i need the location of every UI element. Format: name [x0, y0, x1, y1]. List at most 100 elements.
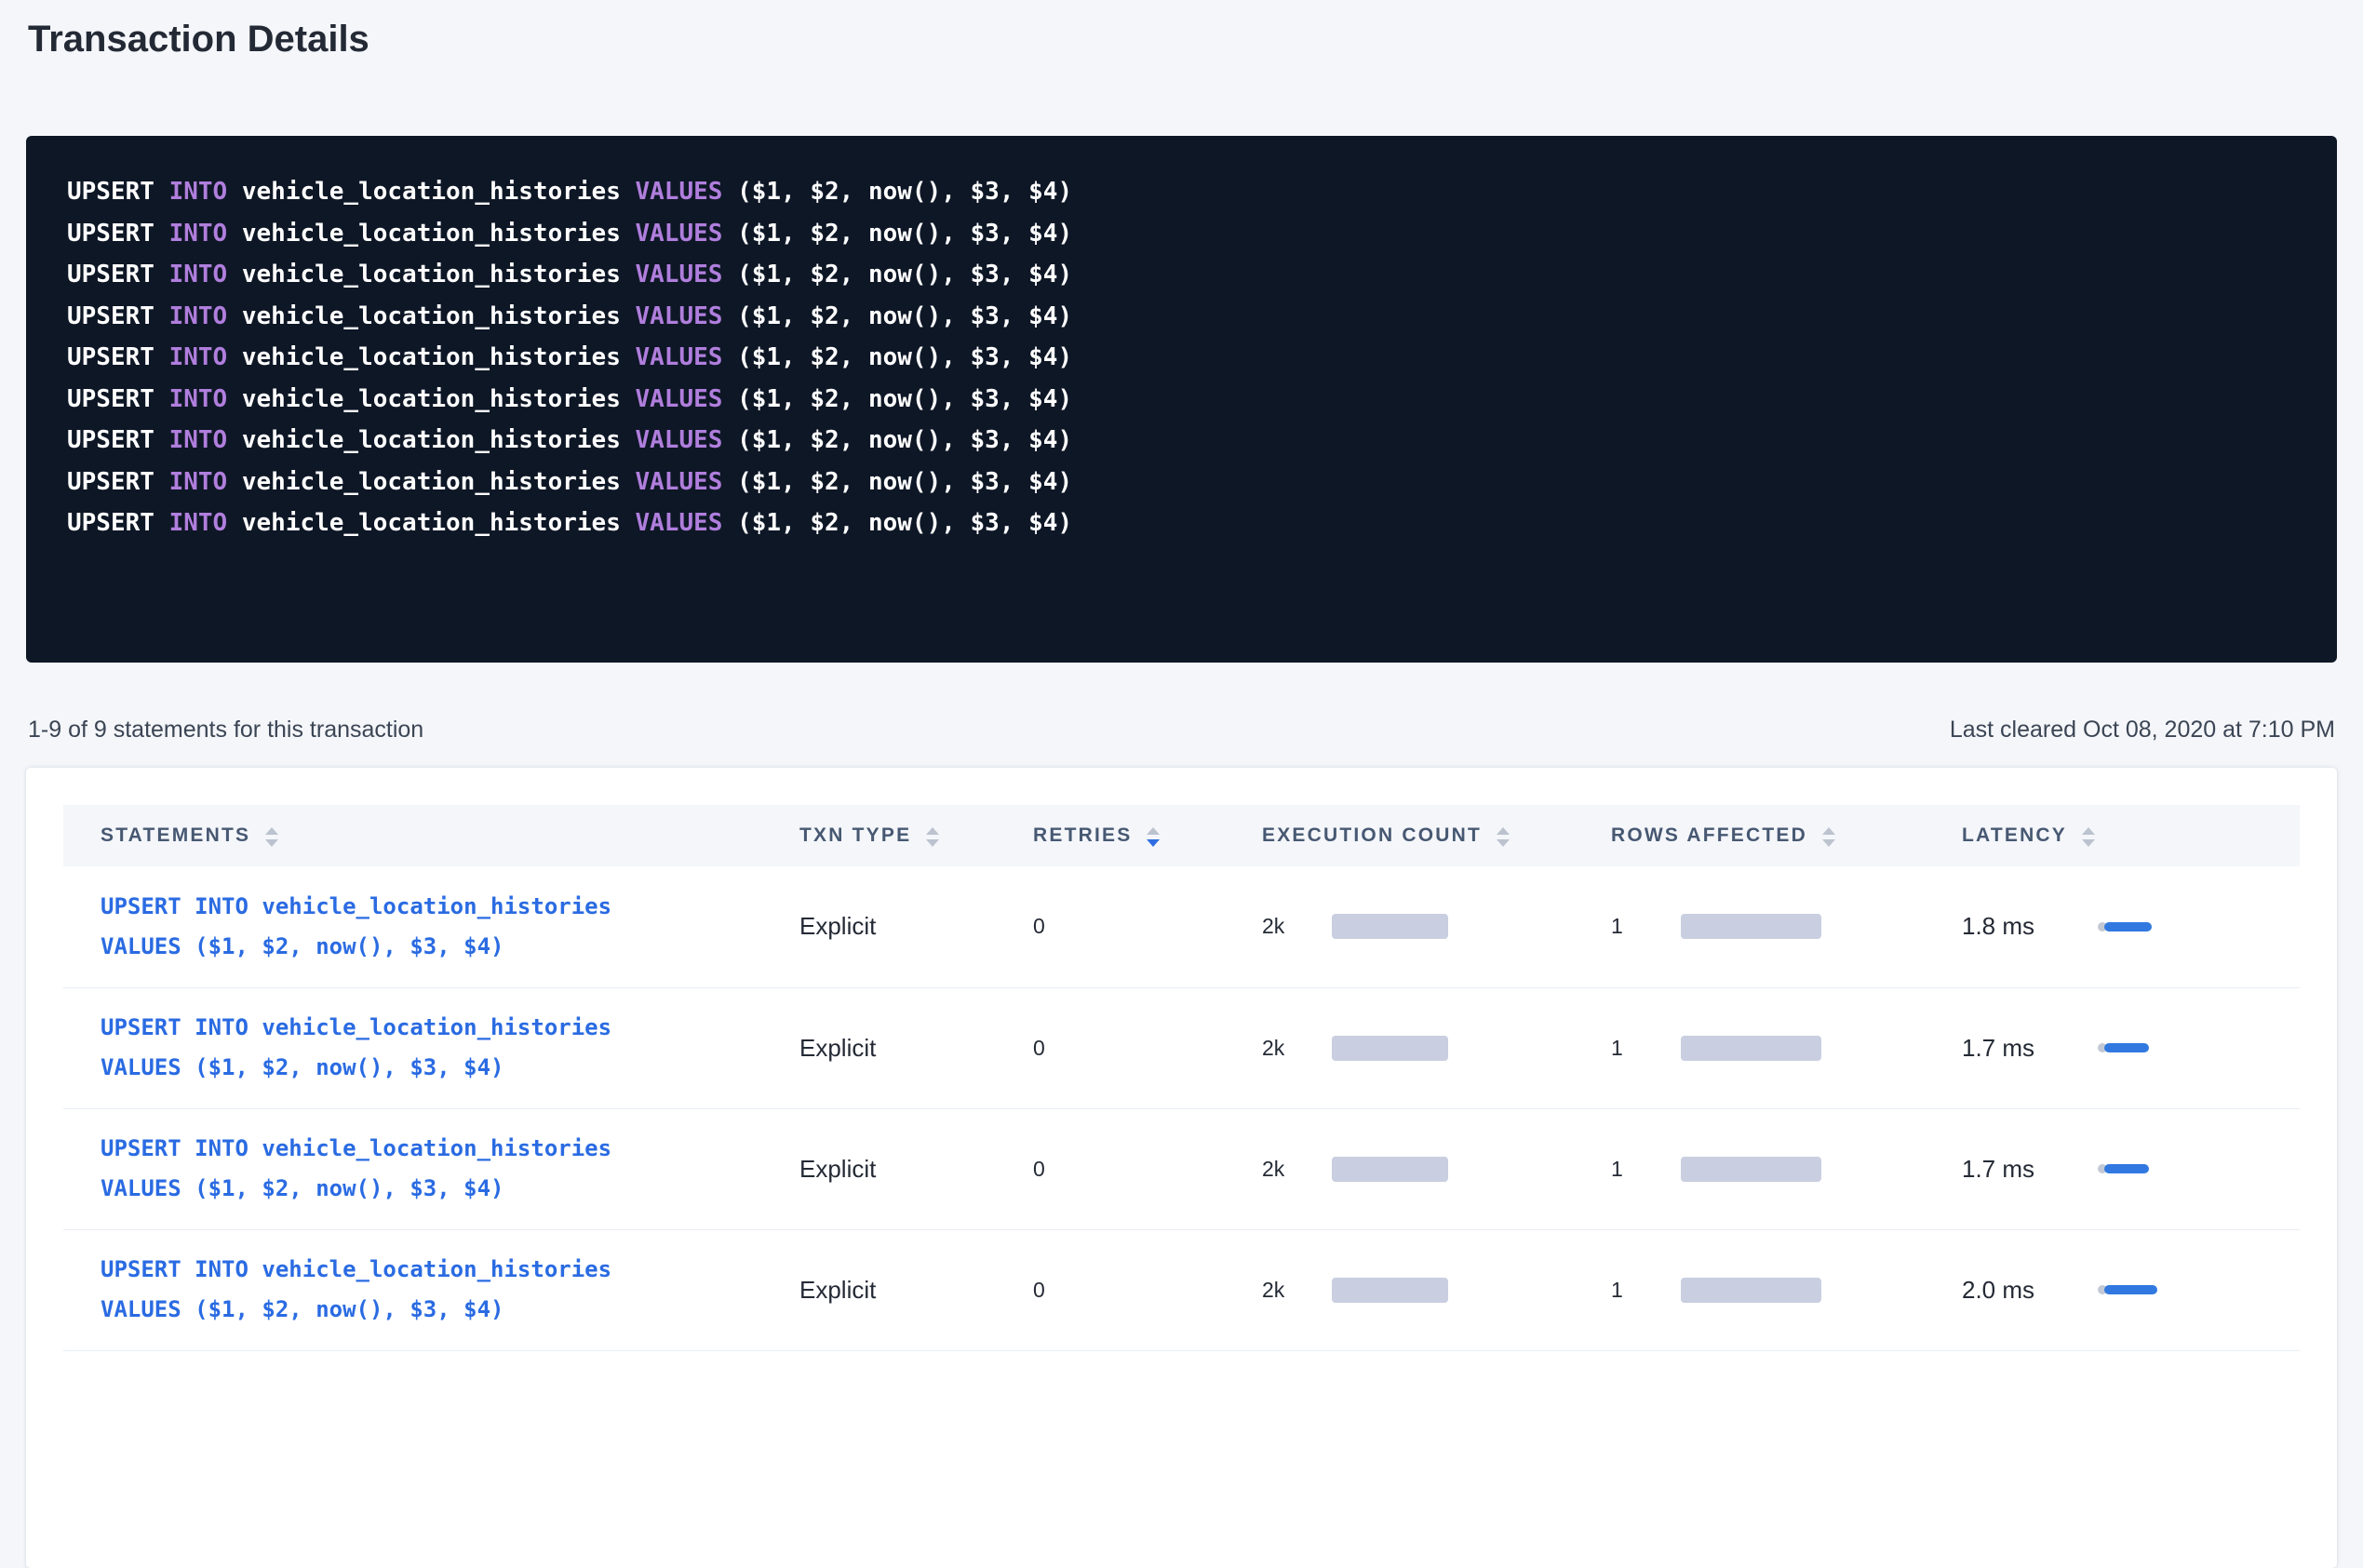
statement-cell: UPSERT INTO vehicle_location_historiesVA…	[63, 987, 799, 1108]
rows-affected-cell: 1	[1611, 1229, 1962, 1350]
column-label: LATENCY	[1962, 824, 2067, 847]
retries-cell: 0	[1033, 1229, 1262, 1350]
sql-statements-box: UPSERT INTO vehicle_location_histories V…	[26, 136, 2337, 663]
statement-link[interactable]: UPSERT INTO vehicle_location_historiesVA…	[101, 1250, 611, 1330]
execution-count-value: 2k	[1262, 914, 1332, 939]
statement-row: UPSERT INTO vehicle_location_historiesVA…	[63, 866, 2300, 987]
statement-link[interactable]: UPSERT INTO vehicle_location_historiesVA…	[101, 1129, 611, 1209]
execution-count-bar	[1332, 1278, 1448, 1303]
statement-link[interactable]: UPSERT INTO vehicle_location_historiesVA…	[101, 1008, 611, 1088]
statement-row: UPSERT INTO vehicle_location_historiesVA…	[63, 1108, 2300, 1229]
rows-affected-bar	[1681, 1036, 1821, 1061]
sort-icon[interactable]	[265, 825, 278, 847]
execution-count-bar	[1332, 1157, 1448, 1182]
retries-cell: 0	[1033, 1108, 1262, 1229]
txn-type-cell: Explicit	[799, 866, 1033, 987]
rows-affected-bar	[1681, 1157, 1821, 1182]
txn-type-cell: Explicit	[799, 987, 1033, 1108]
statement-row: UPSERT INTO vehicle_location_historiesVA…	[63, 987, 2300, 1108]
statements-table-card: STATEMENTSTXN TYPE RETRIES EXECUTION COUNT…	[26, 768, 2337, 1568]
sql-statement-line: UPSERT INTO vehicle_location_histories V…	[67, 254, 2296, 296]
execution-count-cell: 2k	[1262, 987, 1611, 1108]
rows-affected-cell: 1	[1611, 987, 1962, 1108]
sort-desc-arrow-icon	[1497, 839, 1510, 847]
sql-statement-line: UPSERT INTO vehicle_location_histories V…	[67, 337, 2296, 379]
rows-affected-bar	[1681, 914, 1821, 939]
execution-count-value: 2k	[1262, 1036, 1332, 1061]
table-meta-row: 1-9 of 9 statements for this transaction…	[26, 717, 2337, 744]
txn-type-cell: Explicit	[799, 1229, 1033, 1350]
latency-cell: 1.8 ms	[1962, 866, 2300, 987]
sql-statement-line: UPSERT INTO vehicle_location_histories V…	[67, 296, 2296, 338]
statement-cell: UPSERT INTO vehicle_location_historiesVA…	[63, 866, 799, 987]
sql-statement-line: UPSERT INTO vehicle_location_histories V…	[67, 503, 2296, 544]
latency-bar	[2104, 1285, 2157, 1294]
sort-icon[interactable]	[2082, 825, 2095, 847]
execution-count-value: 2k	[1262, 1278, 1332, 1303]
sort-icon[interactable]	[926, 825, 939, 847]
column-label: ROWS AFFECTED	[1611, 824, 1807, 847]
rows-affected-bar	[1681, 1278, 1821, 1303]
sql-statement-line: UPSERT INTO vehicle_location_histories V…	[67, 462, 2296, 503]
sort-asc-arrow-icon	[1497, 827, 1510, 835]
column-header-rows-affected[interactable]: ROWS AFFECTED	[1611, 805, 1962, 866]
sort-icon[interactable]	[1147, 825, 1160, 847]
sort-desc-arrow-icon	[926, 839, 939, 847]
retries-cell: 0	[1033, 987, 1262, 1108]
retries-cell: 0	[1033, 866, 1262, 987]
latency-cell: 2.0 ms	[1962, 1229, 2300, 1350]
statement-link[interactable]: UPSERT INTO vehicle_location_historiesVA…	[101, 887, 611, 967]
latency-value: 1.8 ms	[1962, 912, 2098, 941]
latency-value: 1.7 ms	[1962, 1034, 2098, 1063]
column-label: RETRIES	[1033, 824, 1132, 847]
statements-table: STATEMENTSTXN TYPE RETRIES EXECUTION COUNT…	[63, 805, 2300, 1351]
transaction-details-page: Transaction Details UPSERT INTO vehicle_…	[0, 0, 2363, 1568]
column-header-statements[interactable]: STATEMENTS	[63, 805, 799, 866]
execution-count-bar	[1332, 914, 1448, 939]
sql-statement-line: UPSERT INTO vehicle_location_histories V…	[67, 379, 2296, 421]
execution-count-bar	[1332, 1036, 1448, 1061]
execution-count-value: 2k	[1262, 1157, 1332, 1182]
rows-affected-value: 1	[1611, 1278, 1681, 1303]
column-header-latency[interactable]: LATENCY	[1962, 805, 2300, 866]
statement-cell: UPSERT INTO vehicle_location_historiesVA…	[63, 1108, 799, 1229]
column-label: TXN TYPE	[799, 824, 911, 847]
sql-statement-line: UPSERT INTO vehicle_location_histories V…	[67, 420, 2296, 462]
latency-bar	[2104, 1164, 2149, 1173]
sort-asc-arrow-icon	[1147, 827, 1160, 835]
sort-icon[interactable]	[1822, 825, 1835, 847]
column-header-txn-type[interactable]: TXN TYPE	[799, 805, 1033, 866]
sort-asc-arrow-icon	[265, 827, 278, 835]
sort-desc-arrow-icon	[1822, 839, 1835, 847]
column-header-retries[interactable]: RETRIES	[1033, 805, 1262, 866]
sort-desc-arrow-icon	[1147, 839, 1160, 847]
execution-count-cell: 2k	[1262, 866, 1611, 987]
sort-asc-arrow-icon	[926, 827, 939, 835]
last-cleared-text: Last cleared Oct 08, 2020 at 7:10 PM	[1950, 717, 2335, 744]
statements-range-text: 1-9 of 9 statements for this transaction	[28, 717, 423, 744]
rows-affected-value: 1	[1611, 1036, 1681, 1061]
column-label: EXECUTION COUNT	[1262, 824, 1482, 847]
rows-affected-value: 1	[1611, 1157, 1681, 1182]
statement-cell: UPSERT INTO vehicle_location_historiesVA…	[63, 1229, 799, 1350]
sql-statement-line: UPSERT INTO vehicle_location_histories V…	[67, 213, 2296, 255]
rows-affected-cell: 1	[1611, 1108, 1962, 1229]
latency-bar	[2104, 922, 2152, 931]
sort-icon[interactable]	[1497, 825, 1510, 847]
latency-value: 1.7 ms	[1962, 1155, 2098, 1184]
latency-cell: 1.7 ms	[1962, 987, 2300, 1108]
sort-asc-arrow-icon	[1822, 827, 1835, 835]
latency-value: 2.0 ms	[1962, 1276, 2098, 1305]
sql-statement-line: UPSERT INTO vehicle_location_histories V…	[67, 171, 2296, 213]
sort-asc-arrow-icon	[2082, 827, 2095, 835]
sort-desc-arrow-icon	[2082, 839, 2095, 847]
latency-cell: 1.7 ms	[1962, 1108, 2300, 1229]
txn-type-cell: Explicit	[799, 1108, 1033, 1229]
column-header-execution-count[interactable]: EXECUTION COUNT	[1262, 805, 1611, 866]
latency-bar	[2104, 1043, 2149, 1052]
table-header-row: STATEMENTSTXN TYPE RETRIES EXECUTION COUNT…	[63, 805, 2300, 866]
sort-desc-arrow-icon	[265, 839, 278, 847]
rows-affected-value: 1	[1611, 914, 1681, 939]
statement-row: UPSERT INTO vehicle_location_historiesVA…	[63, 1229, 2300, 1350]
execution-count-cell: 2k	[1262, 1229, 1611, 1350]
